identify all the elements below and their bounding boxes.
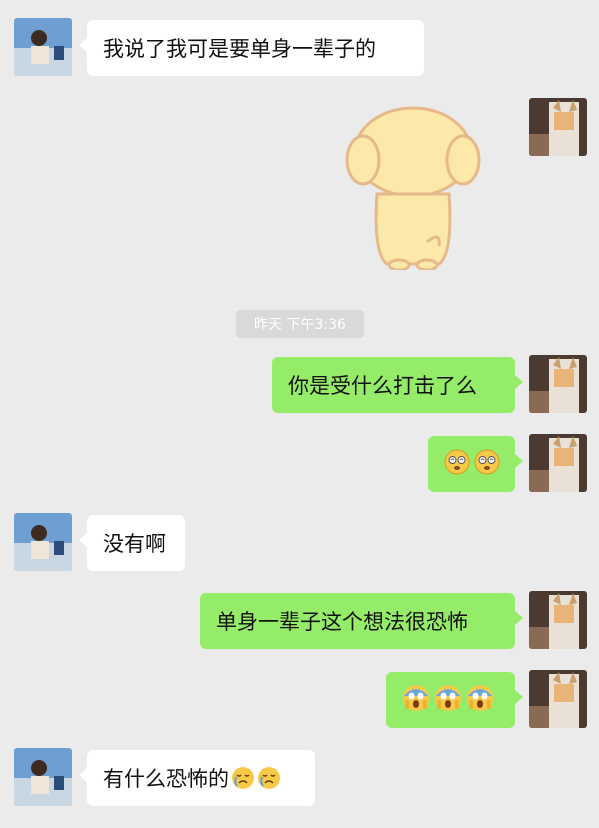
message-bubble[interactable]: 单身一辈子这个想法很恐怖 <box>200 593 523 649</box>
message-bubble[interactable]: 没有啊 <box>79 515 185 571</box>
message-row-outgoing <box>0 670 599 730</box>
message-text: 你是受什么打击了么 <box>288 374 477 398</box>
chat-screen: { "messages": { "m1": {"text": "我说了我可是要单… <box>0 0 599 828</box>
message-bubble[interactable]: 有什么恐怖的 <box>79 750 315 806</box>
message-text: 我说了我可是要单身一辈子的 <box>103 37 376 61</box>
message-row-outgoing <box>0 98 599 272</box>
message-row-incoming: 我说了我可是要单身一辈子的 <box>0 18 599 78</box>
message-text: 有什么恐怖的 <box>103 767 229 791</box>
sticker-puppy[interactable] <box>343 104 483 272</box>
timestamp-divider: 昨天 下午3:36 <box>236 310 364 338</box>
message-row-incoming: 没有啊 <box>0 513 599 573</box>
message-row-outgoing <box>0 434 599 494</box>
message-bubble[interactable] <box>428 436 523 492</box>
contact-avatar[interactable] <box>14 513 72 571</box>
dizzy-face-emoji <box>444 449 470 480</box>
message-text: 单身一辈子这个想法很恐怖 <box>216 610 468 634</box>
user-avatar[interactable] <box>529 670 587 728</box>
crying-face-emoji <box>231 766 255 790</box>
message-bubble[interactable] <box>386 672 523 728</box>
screaming-face-emoji <box>402 684 430 717</box>
dizzy-face-emoji <box>474 449 500 480</box>
screaming-face-emoji <box>466 684 494 717</box>
contact-avatar[interactable] <box>14 748 72 806</box>
contact-avatar[interactable] <box>14 18 72 76</box>
user-avatar[interactable] <box>529 98 587 156</box>
message-row-incoming: 有什么恐怖的 <box>0 748 599 808</box>
message-row-outgoing: 你是受什么打击了么 <box>0 355 599 415</box>
message-row-outgoing: 单身一辈子这个想法很恐怖 <box>0 591 599 651</box>
user-avatar[interactable] <box>529 355 587 413</box>
crying-face-emoji <box>257 766 281 790</box>
message-text: 没有啊 <box>103 532 166 556</box>
message-bubble[interactable]: 我说了我可是要单身一辈子的 <box>79 20 424 76</box>
screaming-face-emoji <box>434 684 462 717</box>
message-bubble[interactable]: 你是受什么打击了么 <box>272 357 523 413</box>
user-avatar[interactable] <box>529 434 587 492</box>
user-avatar[interactable] <box>529 591 587 649</box>
